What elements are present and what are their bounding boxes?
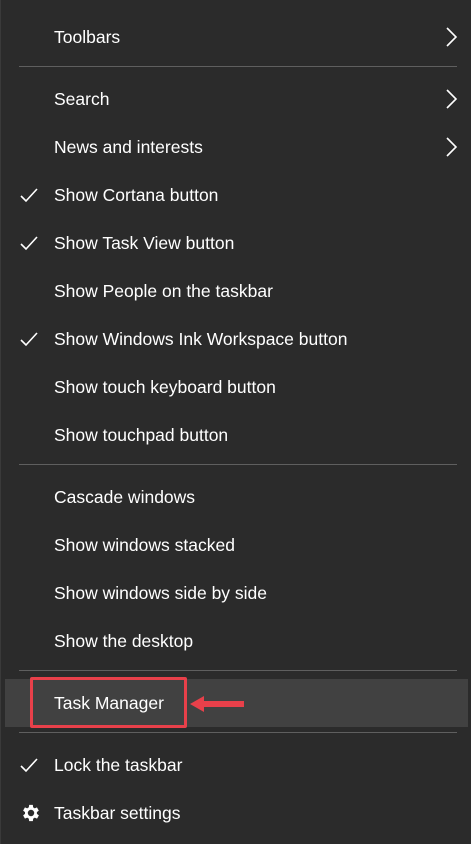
chevron-right-icon [446, 89, 458, 109]
menu-item-taskbar-settings[interactable]: Taskbar settings [1, 789, 471, 837]
gear-icon [23, 804, 39, 822]
annotation-arrow-icon [190, 696, 244, 712]
menu-item-show-the-desktop[interactable]: Show the desktop [1, 617, 471, 665]
menu-separator [19, 670, 457, 671]
menu-item-show-people[interactable]: Show People on the taskbar [1, 267, 471, 315]
menu-item-label: Show touch keyboard button [54, 377, 276, 397]
menu-item-label: Show windows stacked [54, 535, 235, 555]
menu-item-label: Cascade windows [54, 487, 196, 507]
checkmark-icon [20, 236, 38, 251]
menu-item-search[interactable]: Search [1, 75, 471, 123]
menu-item-label: News and interests [54, 137, 203, 157]
menu-item-label: Show Task View button [54, 233, 235, 253]
menu-item-show-touchpad[interactable]: Show touchpad button [1, 411, 471, 459]
menu-item-label: Toolbars [54, 27, 121, 47]
checkmark-icon [20, 332, 38, 347]
annotation-highlight-box [30, 677, 187, 728]
menu-separator [19, 66, 457, 67]
menu-item-show-windows-stacked[interactable]: Show windows stacked [1, 521, 471, 569]
menu-item-label: Show Windows Ink Workspace button [54, 329, 348, 349]
menu-item-lock-the-taskbar[interactable]: Lock the taskbar [1, 741, 471, 789]
menu-item-label: Search [54, 89, 110, 109]
chevron-right-icon [446, 27, 458, 47]
menu-item-label: Lock the taskbar [54, 755, 183, 775]
menu-item-label: Show People on the taskbar [54, 281, 273, 301]
menu-item-show-cortana-button[interactable]: Show Cortana button [1, 171, 471, 219]
menu-item-news-and-interests[interactable]: News and interests [1, 123, 471, 171]
checkmark-icon [20, 188, 38, 203]
chevron-right-icon [446, 137, 458, 157]
menu-item-show-windows-side-by-side[interactable]: Show windows side by side [1, 569, 471, 617]
menu-item-toolbars[interactable]: Toolbars [1, 13, 471, 61]
menu-separator [19, 732, 457, 733]
menu-item-show-task-view-button[interactable]: Show Task View button [1, 219, 471, 267]
menu-item-label: Show touchpad button [54, 425, 229, 445]
menu-item-label: Show the desktop [54, 631, 194, 651]
menu-item-label: Show windows side by side [54, 583, 268, 603]
menu-item-cascade-windows[interactable]: Cascade windows [1, 473, 471, 521]
menu-item-label: Taskbar settings [54, 803, 181, 823]
menu-separator [19, 464, 457, 465]
menu-item-label: Show Cortana button [54, 185, 219, 205]
menu-item-show-windows-ink-workspace[interactable]: Show Windows Ink Workspace button [1, 315, 471, 363]
checkmark-icon [20, 758, 38, 773]
menu-item-show-touch-keyboard[interactable]: Show touch keyboard button [1, 363, 471, 411]
